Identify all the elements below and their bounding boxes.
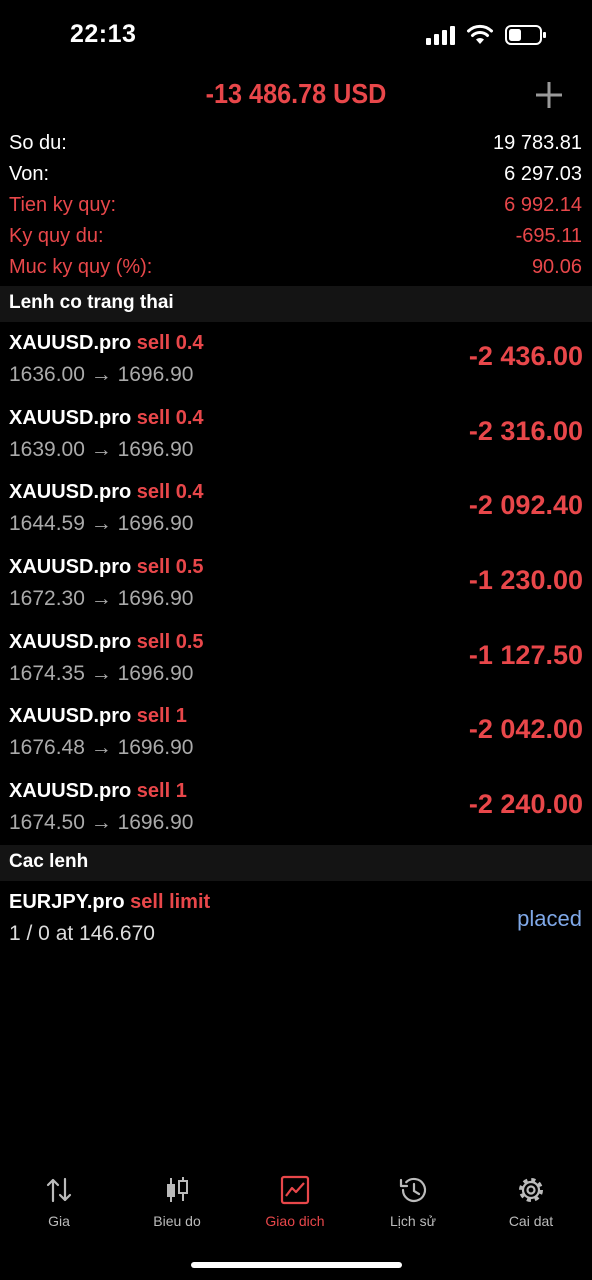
position-prices: 1676.48 → 1696.90 xyxy=(9,736,194,760)
summary-label: Tien ky quy: xyxy=(9,194,117,216)
position-profit: -2 316.00 xyxy=(468,415,583,446)
position-profit: -1 230.00 xyxy=(468,565,583,596)
tab-label: Lịch sử xyxy=(390,1213,436,1229)
status-bar: 22:13 xyxy=(0,0,592,70)
position-side: sell 0.4 xyxy=(136,332,204,354)
position-row[interactable]: XAUUSD.pro sell 0.5 1674.35 → 1696.90 -1… xyxy=(0,622,592,697)
position-symbol: XAUUSD.pro xyxy=(9,481,132,504)
summary-value: 19 783.81 xyxy=(493,132,582,154)
position-profit: -2 092.40 xyxy=(468,490,583,521)
position-row[interactable]: XAUUSD.pro sell 0.4 1639.00 → 1696.90 -2… xyxy=(0,398,592,473)
position-prices: 1674.50 → 1696.90 xyxy=(9,811,194,835)
candlestick-icon xyxy=(167,1177,188,1202)
section-header-positions: Lenh co trang thai xyxy=(0,286,592,322)
battery-icon xyxy=(505,25,546,45)
section-title: Lenh co trang thai xyxy=(9,292,174,313)
tab-label: Giao dich xyxy=(265,1213,325,1229)
total-profit-loss: -13 486.78 USD xyxy=(205,78,387,109)
order-symbol: EURJPY.pro xyxy=(9,891,125,913)
add-order-button[interactable] xyxy=(532,78,566,112)
tab-bar: Gia Bieu do Giao dich Lịch sử Cai dat xyxy=(0,1165,592,1245)
position-side: sell 0.5 xyxy=(136,630,204,653)
summary-label: So du: xyxy=(9,132,67,154)
position-prices: 1644.59 → 1696.90 xyxy=(9,512,194,536)
position-row[interactable]: XAUUSD.pro sell 0.5 1672.30 → 1696.90 -1… xyxy=(0,547,592,622)
summary-row-margin-level: Muc ky quy (%): 90.06 xyxy=(0,254,592,285)
position-row[interactable]: XAUUSD.pro sell 0.4 1636.00 → 1696.90 -2… xyxy=(0,323,592,398)
position-prices: 1672.30 → 1696.90 xyxy=(9,587,194,611)
position-prices: 1639.00 → 1696.90 xyxy=(9,437,194,461)
tab-label: Gia xyxy=(48,1213,70,1229)
positions-list: XAUUSD.pro sell 0.4 1636.00 → 1696.90 -2… xyxy=(0,323,592,846)
gear-icon xyxy=(519,1178,543,1202)
position-row[interactable]: XAUUSD.pro sell 1 1676.48 → 1696.90 -2 0… xyxy=(0,696,592,771)
summary-value: 90.06 xyxy=(531,256,582,278)
trade-chart-icon xyxy=(280,1175,310,1205)
position-row[interactable]: XAUUSD.pro sell 0.4 1644.59 → 1696.90 -2… xyxy=(0,472,592,547)
arrows-up-down-icon xyxy=(46,1177,72,1203)
position-prices: 1636.00 → 1696.90 xyxy=(9,363,194,386)
tab-bieu-do[interactable]: Bieu do xyxy=(118,1165,236,1235)
position-symbol: XAUUSD.pro xyxy=(9,406,132,429)
history-icon xyxy=(399,1177,427,1203)
summary-label: Von: xyxy=(9,163,50,185)
position-row[interactable]: XAUUSD.pro sell 1 1674.50 → 1696.90 -2 2… xyxy=(0,771,592,846)
position-symbol: XAUUSD.pro xyxy=(9,780,132,803)
summary-label: Muc ky quy (%): xyxy=(9,256,153,278)
position-symbol: XAUUSD.pro xyxy=(9,705,132,728)
position-side: sell 1 xyxy=(136,780,187,803)
tab-gia[interactable]: Gia xyxy=(0,1165,118,1235)
order-row[interactable]: EURJPY.pro sell limit 1 / 0 at 146.670 p… xyxy=(0,882,592,954)
wifi-icon xyxy=(467,24,493,44)
cellular-signal-icon xyxy=(426,26,455,45)
summary-value: -695.11 xyxy=(515,225,582,247)
tab-lich-su[interactable]: Lịch sử xyxy=(354,1165,472,1235)
tab-giao-dich[interactable]: Giao dich xyxy=(236,1165,354,1235)
summary-value: 6 992.14 xyxy=(504,194,582,216)
status-time: 22:13 xyxy=(70,20,137,48)
summary-row-equity: Von: 6 297.03 xyxy=(0,161,592,192)
summary-label: Ky quy du: xyxy=(9,225,104,247)
position-symbol: XAUUSD.pro xyxy=(9,556,132,579)
summary-value: 6 297.03 xyxy=(504,163,582,185)
position-prices: 1674.35 → 1696.90 xyxy=(9,661,194,685)
account-summary: So du: 19 783.81 Von: 6 297.03 Tien ky q… xyxy=(0,130,592,285)
orders-list: EURJPY.pro sell limit 1 / 0 at 146.670 p… xyxy=(0,882,592,954)
position-side: sell 0.4 xyxy=(136,406,204,429)
order-side: sell limit xyxy=(130,891,211,913)
position-side: sell 1 xyxy=(136,705,187,728)
summary-row-free-margin: Ky quy du: -695.11 xyxy=(0,223,592,254)
home-indicator[interactable] xyxy=(191,1262,402,1268)
position-profit: -2 042.00 xyxy=(468,714,583,745)
summary-row-balance: So du: 19 783.81 xyxy=(0,130,592,161)
position-symbol: XAUUSD.pro xyxy=(9,332,132,354)
position-symbol: XAUUSD.pro xyxy=(9,630,132,653)
section-header-orders: Cac lenh xyxy=(0,845,592,881)
header: -13 486.78 USD xyxy=(0,72,592,120)
summary-row-margin: Tien ky quy: 6 992.14 xyxy=(0,192,592,223)
section-title: Cac lenh xyxy=(9,851,89,872)
tab-cai-dat[interactable]: Cai dat xyxy=(472,1165,590,1235)
tab-label: Bieu do xyxy=(153,1213,201,1229)
position-profit: -2 240.00 xyxy=(468,789,583,820)
position-side: sell 0.4 xyxy=(136,481,204,504)
position-profit: -1 127.50 xyxy=(468,639,583,670)
position-profit: -2 436.00 xyxy=(468,341,583,371)
order-status: placed xyxy=(517,906,582,931)
position-side: sell 0.5 xyxy=(136,556,204,579)
order-details: 1 / 0 at 146.670 xyxy=(9,922,155,945)
tab-label: Cai dat xyxy=(508,1213,554,1229)
